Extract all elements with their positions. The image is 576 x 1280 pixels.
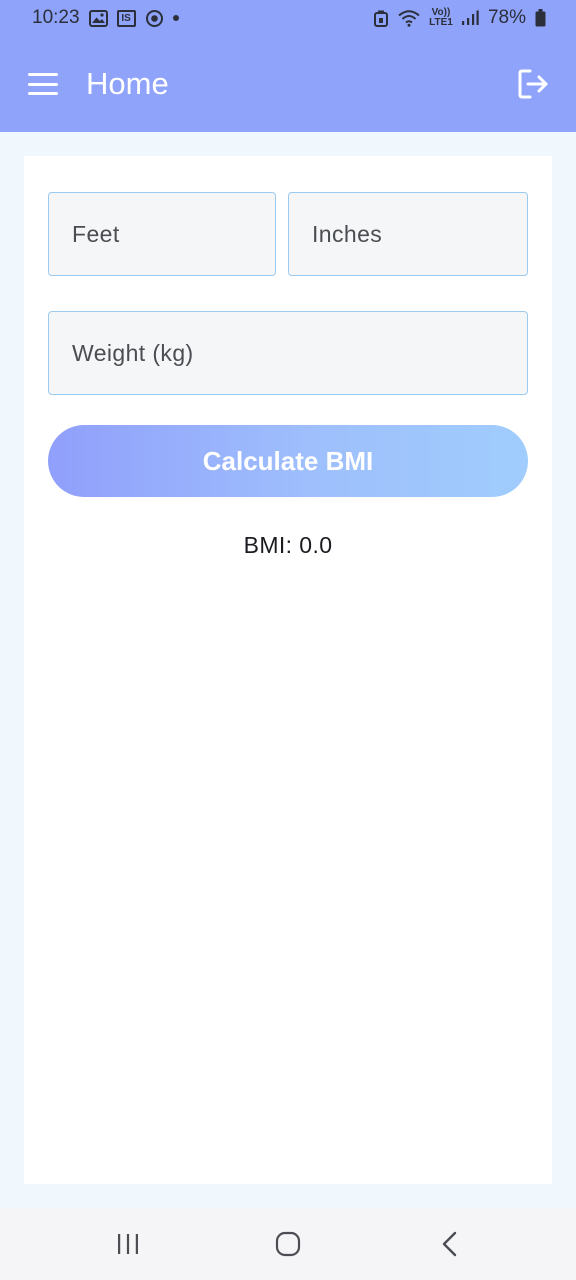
weight-input[interactable]: Weight (kg) (48, 311, 528, 395)
gallery-icon (88, 9, 108, 27)
signal-icon (461, 10, 479, 26)
lock-battery-icon (373, 10, 388, 27)
status-bar: 10:23 IS Vo)) LTE1 78% (0, 0, 576, 36)
feet-input[interactable]: Feet (48, 192, 276, 276)
inches-input[interactable]: Inches (288, 192, 528, 276)
wifi-icon (397, 9, 421, 27)
bmi-card: Feet Inches Weight (kg) Calculate BMI BM… (24, 156, 552, 1184)
status-left: 10:23 IS (32, 7, 179, 29)
inches-placeholder: Inches (312, 220, 383, 247)
back-icon[interactable] (418, 1208, 482, 1280)
recents-icon[interactable] (96, 1208, 160, 1280)
app-bar: Home (0, 36, 576, 132)
system-nav-bar (0, 1208, 576, 1280)
weight-placeholder: Weight (kg) (72, 339, 194, 366)
battery-percent: 78% (487, 7, 526, 28)
battery-icon (535, 9, 546, 27)
page-title: Home (86, 66, 169, 101)
bmi-result-text: BMI: 0.0 (243, 532, 333, 558)
network-tag: Vo)) LTE1 (429, 7, 453, 28)
home-icon[interactable] (256, 1208, 320, 1280)
status-right: Vo)) LTE1 78% (373, 7, 546, 29)
bmi-screen: 10:23 IS Vo)) LTE1 78% Home Feet Inches … (0, 0, 576, 1280)
sync-circle-icon (145, 9, 164, 28)
logout-icon[interactable] (516, 67, 550, 101)
is-badge-icon: IS (116, 9, 136, 27)
status-time: 10:23 (32, 7, 80, 28)
dot-icon (172, 15, 179, 21)
calculate-bmi-button[interactable]: Calculate BMI (48, 425, 528, 497)
feet-placeholder: Feet (72, 220, 120, 247)
hamburger-menu-icon[interactable] (28, 73, 58, 95)
